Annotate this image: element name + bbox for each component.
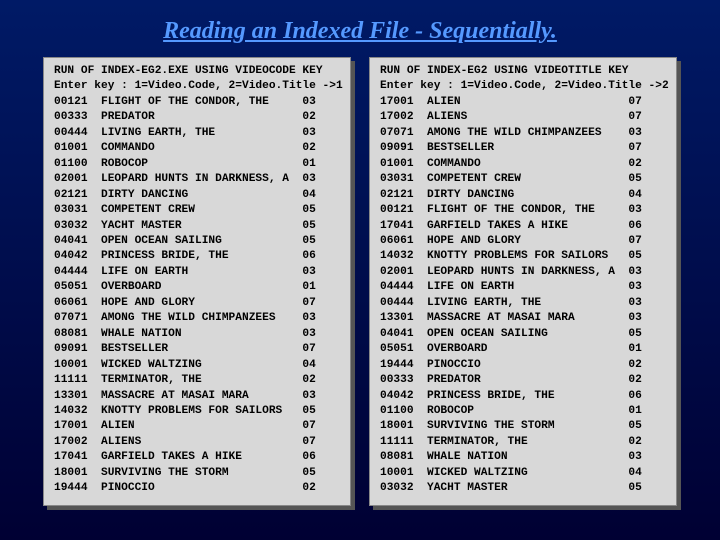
left-panel: RUN OF INDEX-EG2.EXE USING VIDEOCODE KEY…: [43, 57, 351, 506]
right-listing: RUN OF INDEX-EG2 USING VIDEOTITLE KEY En…: [380, 64, 666, 497]
page-title: Reading an Indexed File - Sequentially.: [0, 0, 720, 57]
panels-container: RUN OF INDEX-EG2.EXE USING VIDEOCODE KEY…: [0, 57, 720, 506]
left-listing: RUN OF INDEX-EG2.EXE USING VIDEOCODE KEY…: [54, 64, 340, 497]
right-panel: RUN OF INDEX-EG2 USING VIDEOTITLE KEY En…: [369, 57, 677, 506]
